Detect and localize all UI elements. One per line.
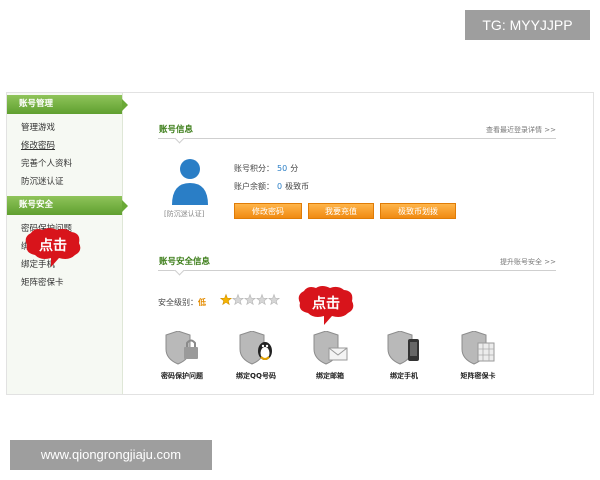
points-value: 50 <box>277 164 288 173</box>
avatar-icon <box>172 159 208 205</box>
security-item-phone[interactable]: 绑定手机 <box>374 330 434 381</box>
callout-text: 点击 <box>312 296 340 312</box>
star-filled-icon <box>220 293 233 306</box>
security-item-qq[interactable]: 绑定QQ号码 <box>226 330 286 381</box>
page-root: TG: MYYJJPP 账号管理 管理游戏 修改密码 完善个人资料 防沉迷认证 … <box>0 0 600 480</box>
star-empty-icon <box>267 293 281 306</box>
balance-value: 0 <box>277 182 283 191</box>
anti-addiction-caption[interactable]: [防沉迷认证] <box>164 209 204 219</box>
sidebar-section-account-management[interactable]: 账号管理 <box>7 95 128 114</box>
sidebar-list-account: 管理游戏 修改密码 完善个人资料 防沉迷认证 <box>7 114 122 196</box>
account-balance: 账户余额： 0 极致币 <box>234 181 309 192</box>
currency-transfer-button[interactable]: 极致币划拨 <box>380 203 456 219</box>
security-item-label: 绑定手机 <box>390 372 418 380</box>
security-level: 安全级别：低 <box>158 297 206 308</box>
bottom-watermark: www.qiongrongjiaju.com <box>10 440 212 470</box>
balance-label: 账户余额： <box>234 182 274 191</box>
balance-unit: 极致币 <box>285 182 310 191</box>
qq-shield-icon <box>239 330 272 365</box>
security-level-label: 安全级别： <box>158 298 198 307</box>
points-unit: 分 <box>290 164 299 173</box>
callout-text: 点击 <box>39 238 67 254</box>
sidebar-item-change-password[interactable]: 修改密码 <box>21 137 122 155</box>
points-label: 账号积分： <box>234 164 274 173</box>
card-shield-icon <box>461 330 495 365</box>
sidebar-item-anti-addiction[interactable]: 防沉迷认证 <box>21 173 122 191</box>
security-stars <box>220 293 281 306</box>
sidebar-item-complete-profile[interactable]: 完善个人资料 <box>21 155 122 173</box>
account-points: 账号积分： 50 分 <box>234 163 298 174</box>
sidebar-item-matrix-card[interactable]: 矩阵密保卡 <box>21 274 122 292</box>
account-panel: 账号管理 管理游戏 修改密码 完善个人资料 防沉迷认证 账号安全 密码保护问题 … <box>6 92 594 395</box>
improve-security-link[interactable]: 提升账号安全 >> <box>500 257 556 267</box>
click-callout-sidebar: 点击 <box>21 227 85 267</box>
security-item-label: 绑定邮箱 <box>316 372 344 380</box>
phone-shield-icon <box>387 330 419 365</box>
recharge-button[interactable]: 我要充值 <box>308 203 374 219</box>
change-password-button[interactable]: 修改密码 <box>234 203 302 219</box>
security-item-question[interactable]: 密码保护问题 <box>152 330 212 381</box>
lock-shield-icon <box>165 330 198 365</box>
security-level-value: 低 <box>198 298 206 307</box>
security-item-matrix-card[interactable]: 矩阵密保卡 <box>448 330 508 381</box>
sidebar-item-manage-games[interactable]: 管理游戏 <box>21 119 122 137</box>
security-item-label: 矩阵密保卡 <box>460 372 496 380</box>
mail-shield-icon <box>313 330 348 365</box>
top-watermark: TG: MYYJJPP <box>465 10 590 40</box>
main-content: 账号信息 查看最近登录详情 >> [防沉迷认证] 账号积分： 50 分 账户余额： 0… <box>158 93 558 394</box>
recent-login-link[interactable]: 查看最近登录详情 >> <box>486 125 556 135</box>
star-empty-icon <box>255 293 269 306</box>
star-empty-icon <box>243 293 257 306</box>
security-info-header: 账号安全信息 提升账号安全 >> <box>158 251 556 276</box>
account-info-title: 账号信息 <box>159 125 194 135</box>
security-item-email[interactable]: 绑定邮箱 <box>300 330 360 381</box>
security-item-label: 密码保护问题 <box>161 372 203 380</box>
sidebar-section-account-security[interactable]: 账号安全 <box>7 196 128 215</box>
security-item-label: 绑定QQ号码 <box>236 372 276 380</box>
section-divider-mark <box>174 265 185 276</box>
account-info-header: 账号信息 查看最近登录详情 >> <box>158 119 556 144</box>
section-divider-mark <box>174 133 185 144</box>
security-info-title: 账号安全信息 <box>159 257 211 267</box>
click-callout-main: 点击 <box>294 285 358 325</box>
star-empty-icon <box>231 293 245 306</box>
